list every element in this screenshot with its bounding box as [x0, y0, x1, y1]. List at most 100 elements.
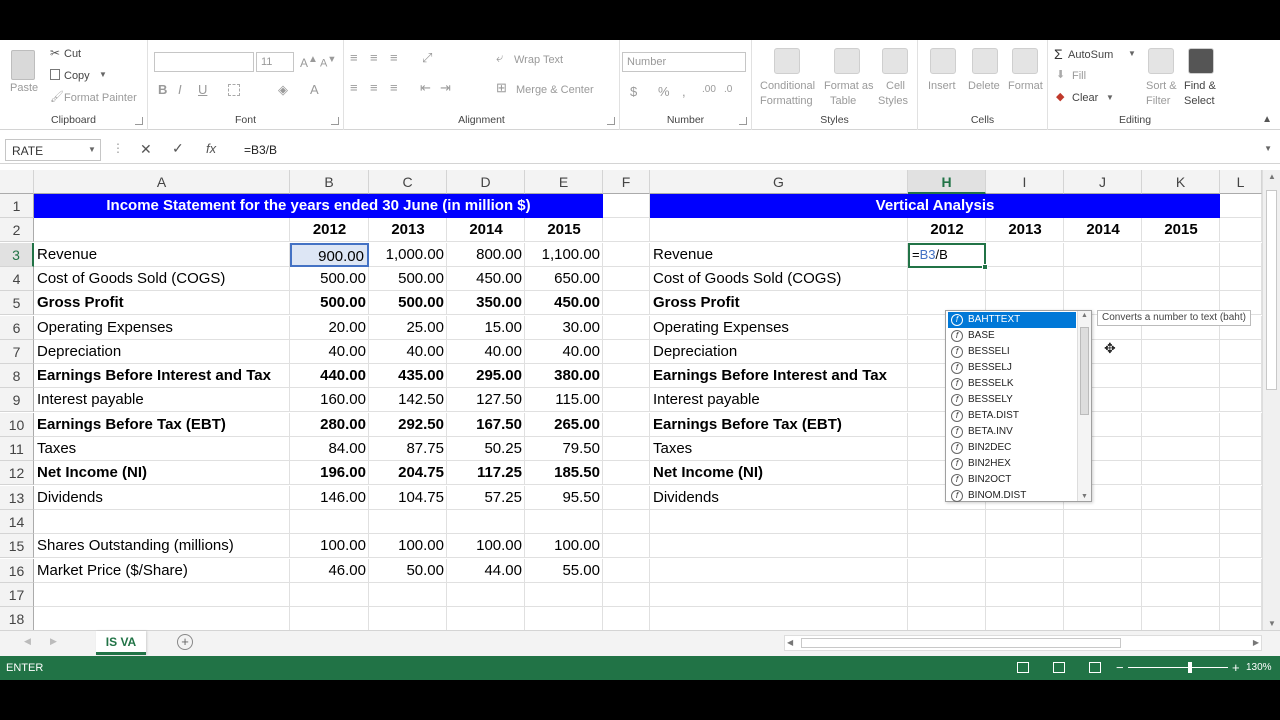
row-header-12[interactable]: 12: [0, 461, 34, 486]
table-cell[interactable]: [650, 582, 908, 607]
table-cell[interactable]: [290, 509, 369, 534]
select-all-corner[interactable]: [0, 170, 34, 194]
value-cell[interactable]: 15.00: [447, 316, 525, 340]
table-cell[interactable]: [1220, 218, 1262, 243]
increase-indent-icon[interactable]: ⇥: [440, 80, 451, 96]
increase-decimal-icon[interactable]: .00: [702, 84, 716, 95]
row-label[interactable]: Operating Expenses: [34, 316, 290, 340]
value-cell[interactable]: 100.00: [290, 534, 369, 558]
table-cell[interactable]: [525, 607, 603, 630]
table-cell[interactable]: [603, 339, 650, 364]
table-cell[interactable]: [447, 607, 525, 630]
scroll-down-icon[interactable]: ▼: [1268, 619, 1276, 628]
table-cell[interactable]: [1220, 509, 1262, 534]
row-header-13[interactable]: 13: [0, 485, 34, 510]
format-painter-button[interactable]: 🖌 Format Painter: [48, 90, 144, 106]
row-label[interactable]: Cost of Goods Sold (COGS): [34, 267, 290, 291]
column-header-d[interactable]: D: [447, 170, 525, 194]
table-cell[interactable]: [1064, 582, 1142, 607]
table-cell[interactable]: [1142, 339, 1220, 364]
page-layout-icon[interactable]: [1053, 662, 1065, 673]
table-cell[interactable]: [986, 266, 1064, 291]
row-label[interactable]: Interest payable: [34, 388, 290, 412]
autocomplete-item[interactable]: f BIN2OCT: [948, 472, 1076, 488]
value-cell[interactable]: 95.50: [525, 486, 603, 510]
value-cell[interactable]: 500.00: [369, 291, 447, 315]
italic-icon[interactable]: I: [178, 82, 182, 97]
paste-button[interactable]: Paste: [6, 48, 42, 104]
table-cell[interactable]: [369, 509, 447, 534]
fill-button[interactable]: ⬇ Fill: [1054, 68, 1114, 84]
row-label[interactable]: Interest payable: [650, 388, 908, 412]
shrink-font-icon[interactable]: A▼: [320, 54, 336, 70]
decrease-indent-icon[interactable]: ⇤: [420, 80, 431, 96]
grow-font-icon[interactable]: A▲: [300, 54, 318, 70]
column-header-c[interactable]: C: [369, 170, 447, 194]
table-cell[interactable]: [369, 607, 447, 630]
table-cell[interactable]: [603, 194, 650, 218]
font-name-select[interactable]: [154, 52, 254, 72]
align-center-icon[interactable]: ≡: [370, 80, 378, 95]
table-cell[interactable]: [447, 509, 525, 534]
table-cell[interactable]: [603, 388, 650, 413]
table-cell[interactable]: [1220, 437, 1262, 461]
row-label[interactable]: Cost of Goods Sold (COGS): [650, 267, 908, 291]
row-label[interactable]: Shares Outstanding (millions): [34, 534, 290, 558]
table-cell[interactable]: [1142, 412, 1220, 437]
autocomplete-item[interactable]: f BESSELY: [948, 392, 1076, 408]
value-cell[interactable]: 196.00: [290, 461, 369, 485]
value-cell[interactable]: 295.00: [447, 364, 525, 388]
insert-function-icon[interactable]: fx: [206, 141, 216, 156]
row-header-7[interactable]: 7: [0, 339, 34, 364]
table-cell[interactable]: [1220, 582, 1262, 607]
row-label[interactable]: Dividends: [650, 486, 908, 510]
value-cell[interactable]: 100.00: [447, 534, 525, 558]
autosum-button[interactable]: Σ AutoSum ▼: [1054, 46, 1136, 64]
table-cell[interactable]: [1220, 388, 1262, 413]
dialog-launcher-icon[interactable]: [739, 117, 747, 125]
cut-button[interactable]: ✂ Cut: [48, 46, 138, 62]
clear-button[interactable]: ◆ Clear ▼: [1054, 90, 1134, 106]
scroll-down-icon[interactable]: ▼: [1081, 493, 1088, 500]
table-cell[interactable]: [1220, 461, 1262, 486]
value-cell[interactable]: 100.00: [369, 534, 447, 558]
zoom-out-icon[interactable]: −: [1116, 656, 1124, 680]
copy-button[interactable]: Copy ▼: [48, 68, 138, 84]
dialog-launcher-icon[interactable]: [331, 117, 339, 125]
decrease-decimal-icon[interactable]: .0: [724, 84, 732, 95]
table-cell[interactable]: [1142, 364, 1220, 389]
value-cell[interactable]: 40.00: [290, 340, 369, 364]
table-cell[interactable]: [290, 607, 369, 630]
value-cell[interactable]: 57.25: [447, 486, 525, 510]
value-cell[interactable]: 127.50: [447, 388, 525, 412]
table-cell[interactable]: [1220, 534, 1262, 559]
value-cell[interactable]: 146.00: [290, 486, 369, 510]
value-cell[interactable]: 650.00: [525, 267, 603, 291]
conditional-formatting-button[interactable]: Conditional Formatting: [756, 46, 818, 110]
percent-icon[interactable]: %: [658, 84, 670, 99]
column-header-f[interactable]: F: [603, 170, 650, 194]
autocomplete-item[interactable]: f BASE: [948, 328, 1076, 344]
row-header-2[interactable]: 2: [0, 218, 34, 243]
formula-input[interactable]: =B3/B: [244, 143, 277, 157]
table-cell[interactable]: [650, 509, 908, 534]
wrap-text-button[interactable]: Wrap Text: [514, 54, 563, 66]
align-right-icon[interactable]: ≡: [390, 80, 398, 95]
collapse-ribbon-icon[interactable]: ▲: [1262, 114, 1272, 125]
value-cell[interactable]: 450.00: [525, 291, 603, 315]
row-label[interactable]: Market Price ($/Share): [34, 559, 290, 583]
name-box[interactable]: RATE: [5, 139, 101, 161]
column-header-k[interactable]: K: [1142, 170, 1220, 194]
row-header-6[interactable]: 6: [0, 315, 34, 340]
value-cell[interactable]: 79.50: [525, 437, 603, 461]
bold-icon[interactable]: B: [158, 82, 167, 97]
format-as-table-button[interactable]: Format as Table: [822, 46, 874, 110]
table-cell[interactable]: [1220, 194, 1262, 218]
value-cell[interactable]: 40.00: [369, 340, 447, 364]
value-cell[interactable]: 900.00: [290, 242, 369, 267]
value-cell[interactable]: 142.50: [369, 388, 447, 412]
value-cell[interactable]: 50.00: [369, 559, 447, 583]
value-cell[interactable]: 55.00: [525, 559, 603, 583]
value-cell[interactable]: 30.00: [525, 316, 603, 340]
autocomplete-scrollbar[interactable]: ▲ ▼: [1077, 311, 1091, 501]
